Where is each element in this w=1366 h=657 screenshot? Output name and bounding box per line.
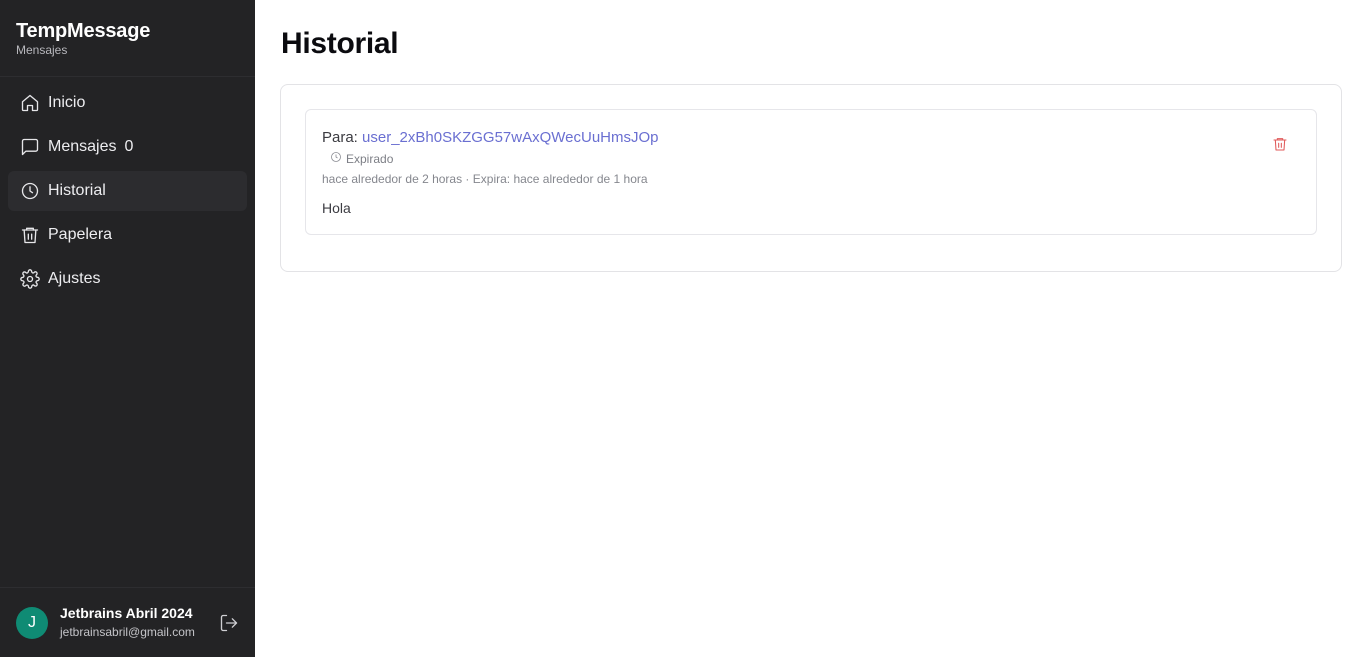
gear-icon — [20, 269, 40, 289]
delete-button[interactable] — [1270, 136, 1290, 156]
sidebar-item-label: Mensajes — [48, 138, 117, 155]
recipient-label: Para: — [322, 129, 358, 146]
sidebar-item-label: Ajustes — [48, 270, 101, 287]
sidebar-item-papelera[interactable]: Papelera — [8, 215, 247, 255]
user-info: Jetbrains Abril 2024 jetbrainsabril@gmai… — [60, 605, 195, 640]
sidebar-item-historial[interactable]: Historial — [8, 171, 247, 211]
recipient-link[interactable]: user_2xBh0SKZGG57wAxQWecUuHmsJOp — [362, 129, 659, 146]
status-badge: Expirado — [330, 151, 393, 166]
message-square-icon — [20, 137, 40, 157]
user-panel: J Jetbrains Abril 2024 jetbrainsabril@gm… — [0, 587, 255, 657]
status-text: Expirado — [346, 151, 394, 166]
sidebar: TempMessage Mensajes Inicio Mensajes 0 H… — [0, 0, 255, 657]
main-content: Historial Para: user_2xBh0SKZGG57wAxQWec… — [255, 0, 1366, 657]
logout-icon — [219, 614, 239, 637]
user-name: Jetbrains Abril 2024 — [60, 605, 193, 621]
logout-button[interactable] — [219, 613, 239, 633]
app-subtitle: Mensajes — [16, 43, 68, 57]
clock-icon — [20, 181, 40, 201]
clock-icon — [330, 151, 346, 166]
message-count-badge: 0 — [124, 138, 134, 155]
brand: TempMessage Mensajes — [0, 0, 255, 77]
page-title: Historial — [281, 27, 399, 60]
trash-icon — [20, 225, 40, 245]
history-list: Para: user_2xBh0SKZGG57wAxQWecUuHmsJOp E… — [280, 84, 1342, 272]
message-timestamps: hace alrededor de 2 horas · Expira: hace… — [322, 172, 648, 186]
trash-icon — [1272, 136, 1288, 157]
sidebar-item-label: Inicio — [48, 94, 86, 111]
user-email: jetbrainsabril@gmail.com — [60, 625, 195, 639]
sidebar-item-label: Papelera — [48, 226, 113, 243]
sidebar-item-mensajes[interactable]: Mensajes 0 — [8, 127, 247, 167]
recipient-line: Para: user_2xBh0SKZGG57wAxQWecUuHmsJOp — [322, 129, 659, 147]
sidebar-nav: Inicio Mensajes 0 Historial Papelera Aju… — [0, 77, 255, 299]
message-card: Para: user_2xBh0SKZGG57wAxQWecUuHmsJOp E… — [305, 109, 1317, 235]
sidebar-item-label: Historial — [48, 182, 106, 199]
message-body: Hola — [322, 200, 351, 216]
app-title[interactable]: TempMessage — [16, 20, 239, 42]
sidebar-item-inicio[interactable]: Inicio — [8, 83, 247, 123]
home-icon — [20, 93, 40, 113]
sidebar-item-ajustes[interactable]: Ajustes — [8, 259, 247, 299]
avatar[interactable]: J — [16, 606, 48, 639]
